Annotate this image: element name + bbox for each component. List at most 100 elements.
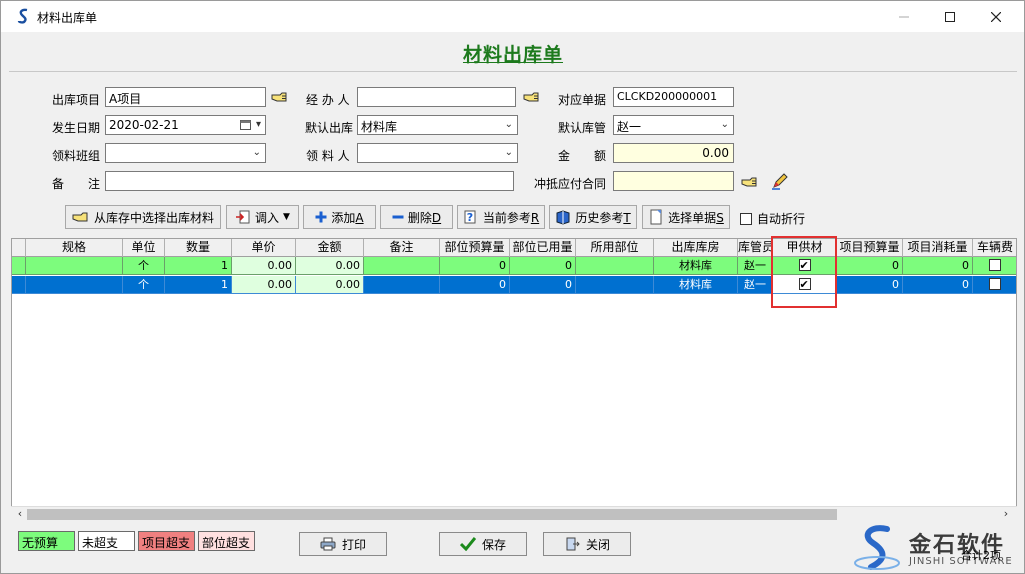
table-row[interactable]: 个 1 0.00 0.00 0 0 材料库 赵一 0 0 bbox=[12, 257, 1016, 275]
title-bar: 材料出库单 bbox=[1, 1, 1024, 32]
remark-cell[interactable] bbox=[364, 257, 440, 275]
select-document-shortcut: S bbox=[716, 210, 724, 225]
warehouse-cell[interactable]: 材料库 bbox=[654, 257, 738, 275]
history-reference-button[interactable]: 历史参考T bbox=[549, 205, 637, 229]
vehicle-cell[interactable] bbox=[973, 257, 1016, 275]
column-header[interactable]: 所用部位 bbox=[576, 239, 654, 257]
part-cell[interactable] bbox=[576, 276, 654, 294]
unit-cell[interactable]: 个 bbox=[123, 257, 165, 275]
chevron-down-icon[interactable]: ⌄ bbox=[505, 147, 513, 158]
column-header[interactable]: 项目预算量 bbox=[837, 239, 903, 257]
auto-discount-checkbox[interactable] bbox=[740, 212, 752, 225]
current-reference-button[interactable]: ? 当前参考R bbox=[457, 205, 545, 229]
amount-field[interactable]: 0.00 bbox=[613, 143, 734, 163]
part-used-cell[interactable]: 0 bbox=[510, 257, 576, 275]
edit-pen-icon[interactable] bbox=[771, 172, 789, 190]
column-header[interactable]: 规格 bbox=[26, 239, 123, 257]
exit-door-icon bbox=[566, 537, 580, 551]
table-row-selected[interactable]: 个 1 0.00 0.00 0 0 材料库 赵一 0 0 bbox=[12, 276, 1016, 294]
plus-icon bbox=[315, 211, 327, 223]
chevron-down-icon[interactable]: ⌄ bbox=[253, 147, 261, 158]
horizontal-scrollbar[interactable]: ‹ › bbox=[11, 506, 1017, 521]
spec-cell[interactable] bbox=[26, 276, 123, 294]
scroll-left-icon[interactable]: ‹ bbox=[13, 507, 27, 521]
column-header[interactable]: 车辆费 bbox=[973, 239, 1016, 257]
remark-cell[interactable] bbox=[364, 276, 440, 294]
vehicle-cell[interactable] bbox=[973, 276, 1016, 294]
offset-contract-field[interactable] bbox=[613, 171, 734, 191]
pick-contract-hand-icon[interactable] bbox=[741, 176, 759, 188]
amount-cell[interactable]: 0.00 bbox=[296, 257, 364, 275]
column-header[interactable]: 部位已用量 bbox=[510, 239, 576, 257]
remark-field[interactable] bbox=[105, 171, 514, 191]
print-button[interactable]: 打印 bbox=[299, 532, 387, 556]
warehouse-cell[interactable]: 材料库 bbox=[654, 276, 738, 294]
save-button[interactable]: 保存 bbox=[439, 532, 527, 556]
receiver-select[interactable]: ⌄ bbox=[357, 143, 518, 163]
part-budget-cell[interactable]: 0 bbox=[440, 276, 510, 294]
select-from-stock-label: 从库存中选择出库材料 bbox=[93, 210, 214, 225]
spec-cell[interactable] bbox=[26, 257, 123, 275]
select-from-stock-button[interactable]: 从库存中选择出库材料 bbox=[65, 205, 221, 229]
handler-field[interactable] bbox=[357, 87, 516, 107]
part-budget-cell[interactable]: 0 bbox=[440, 257, 510, 275]
close-button[interactable]: 关闭 bbox=[543, 532, 631, 556]
scrollbar-thumb[interactable] bbox=[27, 509, 837, 520]
save-label: 保存 bbox=[481, 537, 506, 552]
column-header[interactable]: 库管员 bbox=[738, 239, 773, 257]
default-keeper-select[interactable]: 赵一 ⌄ bbox=[613, 115, 734, 135]
chevron-down-icon[interactable]: ⌄ bbox=[505, 119, 513, 130]
column-header[interactable]: 项目消耗量 bbox=[903, 239, 973, 257]
unit-cell[interactable]: 个 bbox=[123, 276, 165, 294]
project-budget-cell[interactable]: 0 bbox=[837, 276, 903, 294]
close-window-button[interactable] bbox=[973, 1, 1019, 32]
pick-project-hand-icon[interactable] bbox=[271, 91, 289, 103]
ref-doc-field[interactable]: CLCKD200000001 bbox=[613, 87, 734, 107]
delete-button[interactable]: 删除D bbox=[380, 205, 453, 229]
column-header[interactable]: 部位预算量 bbox=[440, 239, 510, 257]
scroll-right-icon[interactable]: › bbox=[999, 507, 1013, 521]
column-header[interactable]: 备注 bbox=[364, 239, 440, 257]
amount-cell[interactable]: 0.00 bbox=[296, 276, 364, 294]
chevron-down-icon: ▼ bbox=[283, 212, 290, 222]
team-select[interactable]: ⌄ bbox=[105, 143, 266, 163]
default-warehouse-value: 材料库 bbox=[361, 120, 398, 134]
column-header[interactable]: 出库库房 bbox=[654, 239, 738, 257]
auto-discount-toggle[interactable]: 自动折行 bbox=[740, 210, 805, 227]
project-budget-cell[interactable]: 0 bbox=[837, 257, 903, 275]
part-cell[interactable] bbox=[576, 257, 654, 275]
column-header[interactable]: 金额 bbox=[296, 239, 364, 257]
help-doc-icon: ? bbox=[464, 210, 476, 224]
project-field[interactable]: A项目 bbox=[105, 87, 266, 107]
qty-cell[interactable]: 1 bbox=[165, 276, 232, 294]
close-label: 关闭 bbox=[585, 537, 610, 552]
vehicle-checkbox[interactable] bbox=[989, 278, 1001, 290]
project-consumed-cell[interactable]: 0 bbox=[903, 257, 973, 275]
printer-icon bbox=[320, 537, 336, 551]
column-header[interactable]: 数量 bbox=[165, 239, 232, 257]
select-document-button[interactable]: 选择单据S bbox=[642, 205, 730, 229]
chevron-down-icon[interactable]: ⌄ bbox=[721, 119, 729, 130]
project-consumed-cell[interactable]: 0 bbox=[903, 276, 973, 294]
import-button[interactable]: 调入 ▼ bbox=[226, 205, 299, 229]
part-used-cell[interactable]: 0 bbox=[510, 276, 576, 294]
calendar-icon[interactable] bbox=[240, 119, 251, 130]
minus-icon bbox=[392, 215, 404, 219]
minimize-button[interactable] bbox=[881, 1, 927, 32]
price-cell[interactable]: 0.00 bbox=[232, 257, 296, 275]
column-header[interactable]: 单价 bbox=[232, 239, 296, 257]
keeper-cell[interactable]: 赵一 bbox=[738, 257, 773, 275]
chevron-down-icon[interactable]: ▾ bbox=[256, 119, 261, 130]
column-header[interactable]: 单位 bbox=[123, 239, 165, 257]
add-button[interactable]: 添加A bbox=[303, 205, 376, 229]
default-warehouse-select[interactable]: 材料库 ⌄ bbox=[357, 115, 518, 135]
qty-cell[interactable]: 1 bbox=[165, 257, 232, 275]
keeper-cell[interactable]: 赵一 bbox=[738, 276, 773, 294]
date-picker[interactable]: 2020-02-21 ▾ bbox=[105, 115, 266, 135]
pick-handler-hand-icon[interactable] bbox=[523, 91, 541, 103]
vehicle-checkbox[interactable] bbox=[989, 259, 1001, 271]
current-reference-label: 当前参考 bbox=[482, 210, 531, 225]
price-cell[interactable]: 0.00 bbox=[232, 276, 296, 294]
default-warehouse-label: 默认出库 bbox=[305, 121, 354, 135]
maximize-button[interactable] bbox=[927, 1, 973, 32]
